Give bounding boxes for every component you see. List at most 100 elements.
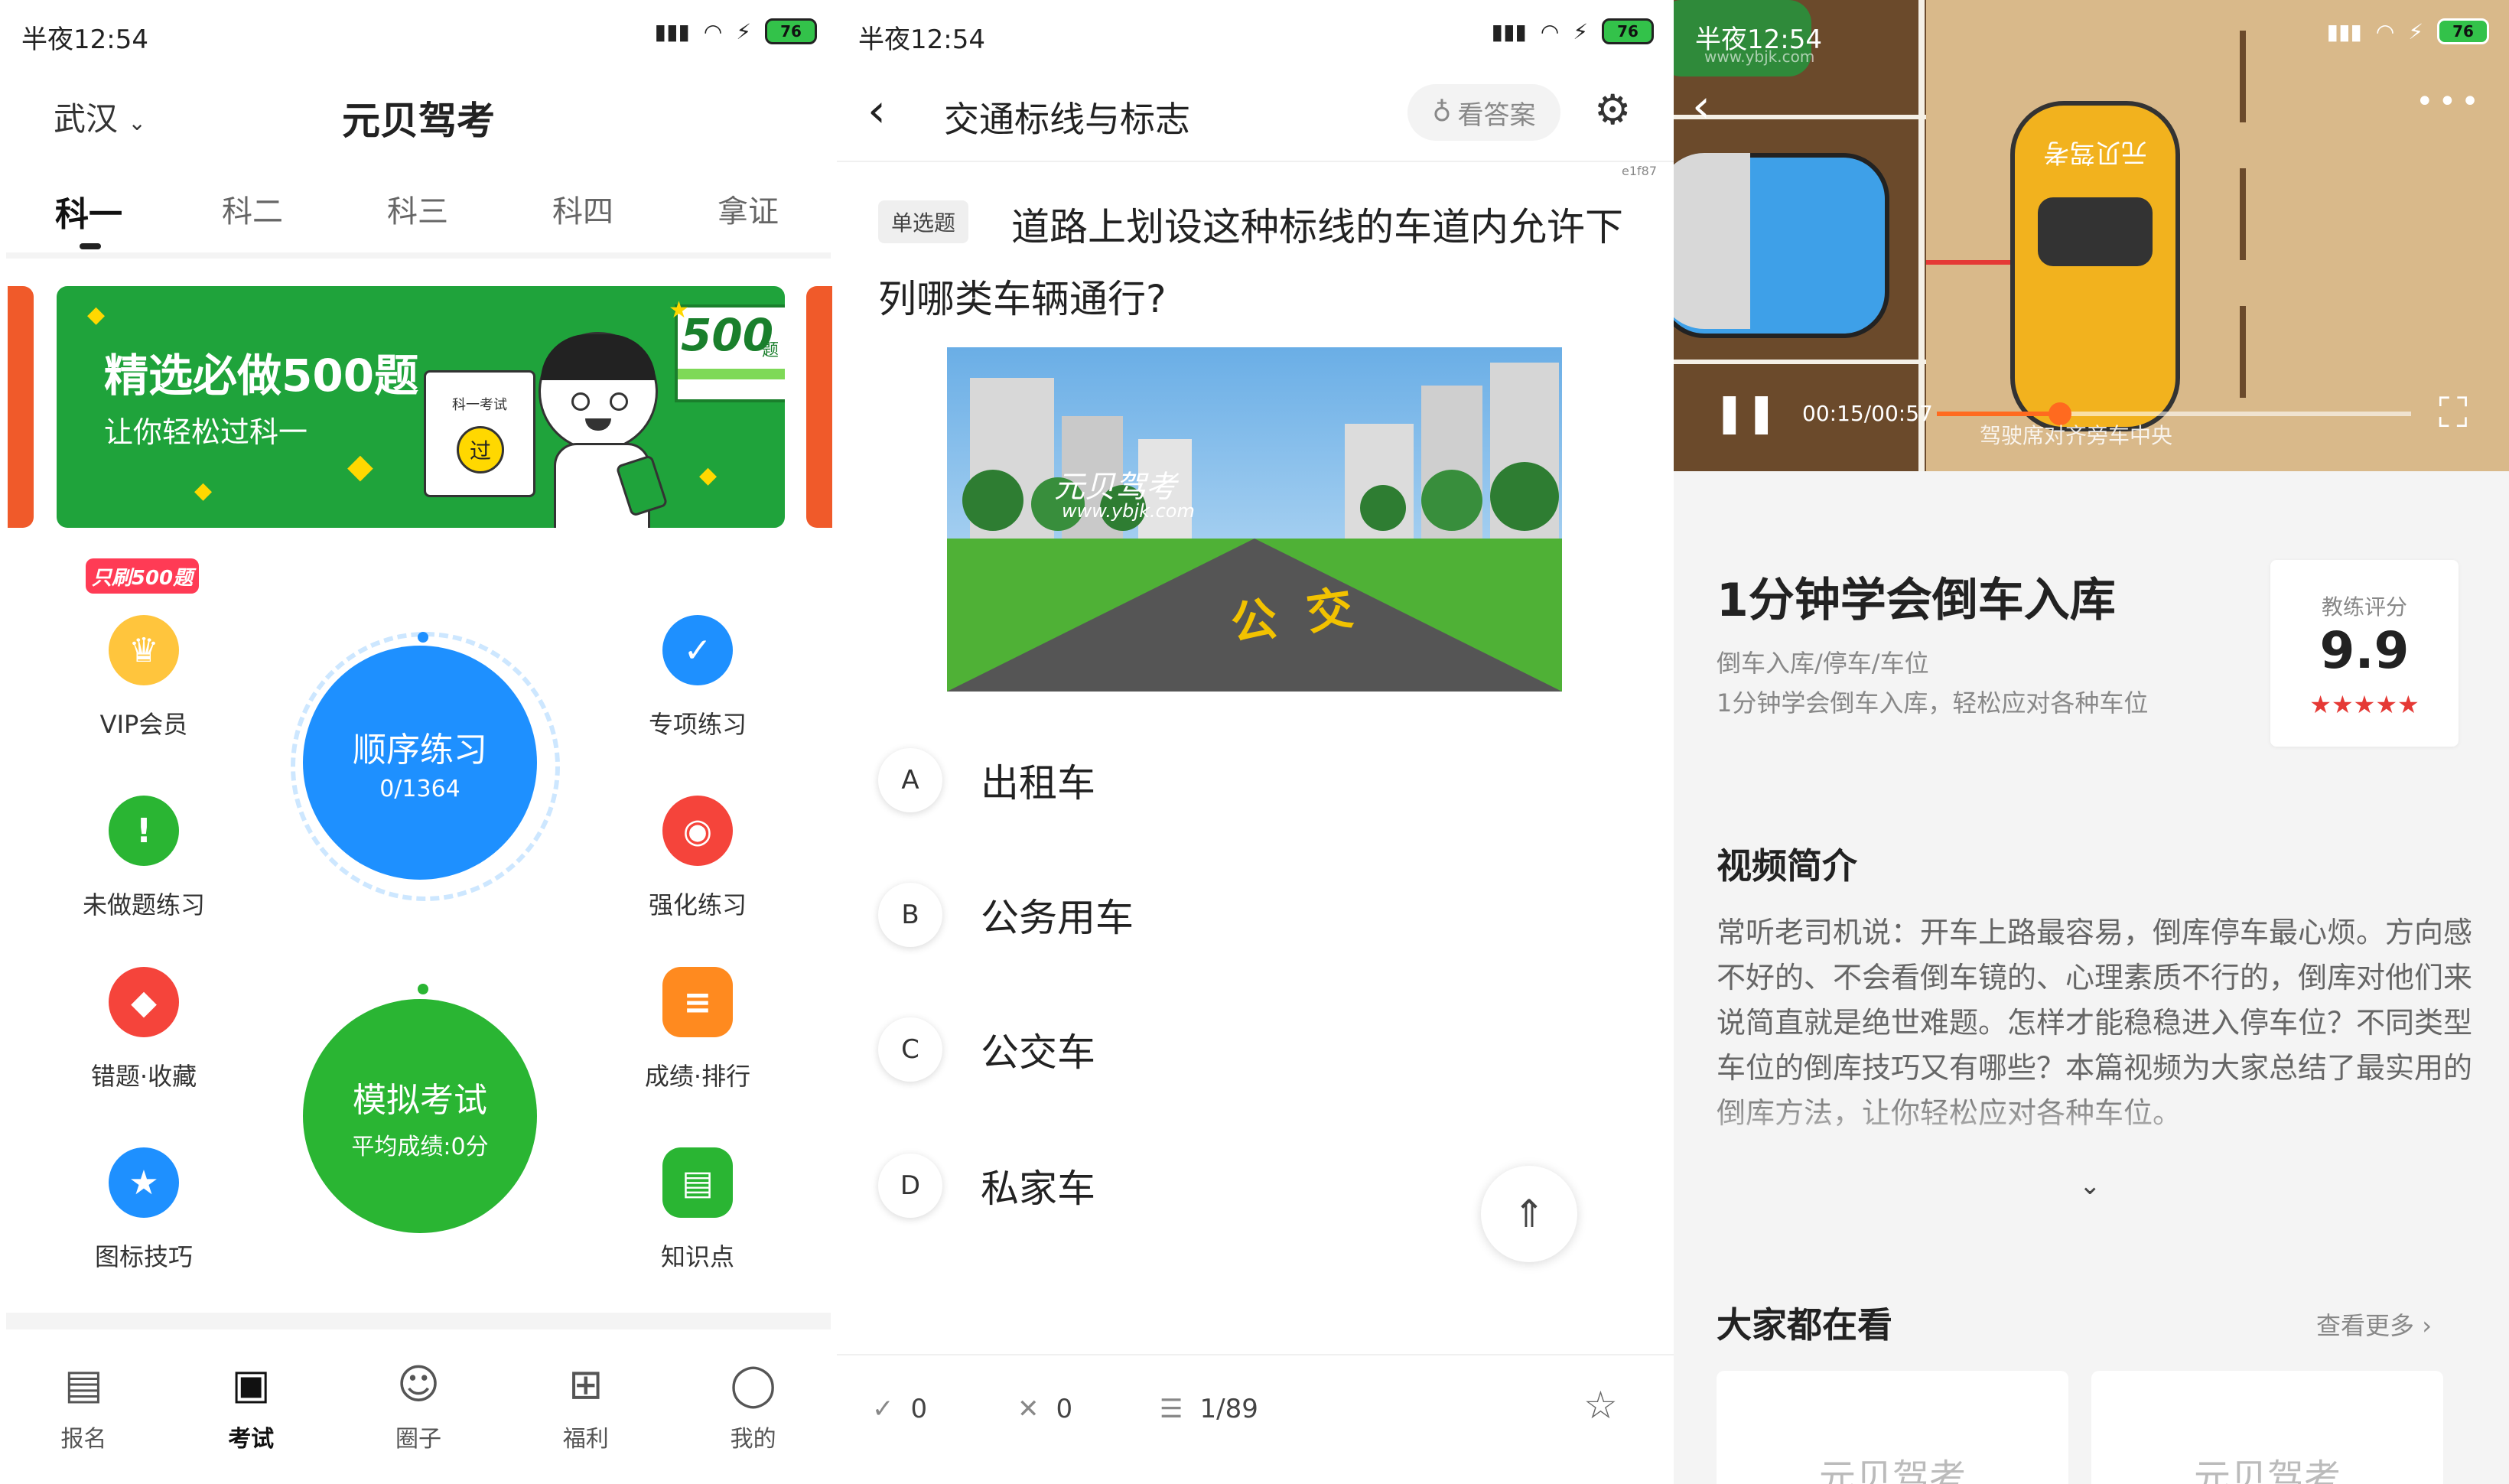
x-circle-icon: ✕ [1017, 1394, 1040, 1424]
app-title: 元贝驾考 [342, 99, 495, 143]
nav-exam[interactable]: ▣ 考试 [168, 1362, 335, 1484]
correct-count: ✓ 0 [872, 1394, 927, 1424]
back-icon[interactable]: ‹ [867, 84, 886, 138]
document-icon: ▤ [63, 1360, 103, 1408]
tab-ke3[interactable]: 科三 [387, 187, 448, 231]
mistakes-label: 错题·收藏 [90, 1062, 197, 1091]
video-card[interactable]: 元贝驾考 [1717, 1371, 2068, 1484]
vip-button[interactable]: ♛ [109, 615, 179, 685]
strengthen-button[interactable]: ◉ [662, 796, 733, 866]
mistakes-button[interactable]: ◆ [109, 967, 179, 1037]
star-outline-icon[interactable]: ☆ [1583, 1383, 1618, 1427]
option-d[interactable]: D 私家车 [878, 1154, 1095, 1218]
special-practice-button[interactable]: ✓ [662, 615, 733, 685]
view-more-link[interactable]: 查看更多 › [2316, 1307, 2432, 1342]
intro-fade [1717, 1086, 2481, 1170]
card-thumb-text: 元贝驾考 [1818, 1456, 1966, 1484]
tag-icon: ◆ [109, 967, 179, 1037]
option-a[interactable]: A 出租车 [878, 748, 1095, 812]
status-time: 半夜12:54 [21, 24, 148, 55]
undone-label: 未做题练习 [82, 890, 205, 919]
video-panel: 元贝驾考 www.ybjk.com ‹ ••• ❚❚ 00:15/00:57 驾… [1674, 0, 2509, 1484]
lane-line [1674, 360, 1926, 364]
nav-circle[interactable]: ☺ 圈子 [335, 1362, 503, 1484]
briefcase-icon: ▣ [231, 1360, 271, 1408]
rocket-icon[interactable]: ⇑ [1481, 1166, 1577, 1262]
nav-label: 考试 [228, 1426, 275, 1453]
list-icon: ☰ [1160, 1394, 1183, 1424]
status-bar: 半夜12:54 ▮▮▮ ◠ ⚡ 76 [1674, 0, 2509, 70]
clipboard-check-icon: ✓ [662, 615, 733, 685]
ranking-label: 成绩·排行 [644, 1062, 751, 1091]
question-progress[interactable]: ☰ 1/89 [1160, 1394, 1258, 1424]
promo-banner[interactable]: 精选必做500题 让你轻松过科一 ◆ ◆ ◆ 科一考试 过 500 题 ★ ◆ [57, 286, 785, 528]
car-windshield [2038, 197, 2153, 266]
car-roof-text: 元贝驾考 [2043, 137, 2147, 168]
more-icon[interactable]: ••• [2416, 84, 2484, 119]
back-icon[interactable]: ‹ [1692, 80, 1710, 133]
tree [1360, 485, 1406, 531]
vip-label: VIP会员 [99, 710, 188, 739]
divider [6, 252, 831, 259]
tab-ke1[interactable]: 科一 [55, 187, 122, 236]
nav-signup[interactable]: ▤ 报名 [0, 1362, 168, 1484]
gear-icon[interactable]: ⚙ [1594, 86, 1631, 134]
book-icon: ▤ [662, 1147, 733, 1218]
wifi-icon: ◠ [1540, 18, 1560, 44]
check-circle-icon: ✓ [872, 1394, 894, 1424]
option-text: 出租车 [981, 761, 1095, 805]
wifi-icon: ◠ [2375, 18, 2395, 44]
video-player[interactable]: 元贝驾考 www.ybjk.com ‹ ••• ❚❚ 00:15/00:57 驾… [1674, 0, 2509, 471]
mock-exam-label: 模拟考试 [353, 1081, 487, 1120]
signal-icon: ▮▮▮ [654, 18, 690, 44]
undone-practice-button[interactable]: ! [109, 796, 179, 866]
option-key: A [878, 748, 942, 812]
lane-line [2240, 168, 2246, 260]
fullscreen-icon[interactable]: ⛶ [2439, 389, 2468, 438]
banner-prev-peek[interactable] [8, 286, 34, 528]
nav-welfare[interactable]: ⊞ 福利 [502, 1362, 669, 1484]
progress-dot [418, 632, 428, 643]
vip-tag: 只刷500题 [86, 558, 199, 594]
option-b[interactable]: B 公务用车 [878, 883, 1134, 947]
sign-tips-button[interactable]: ★ [109, 1147, 179, 1218]
option-text: 公务用车 [981, 896, 1134, 940]
mock-exam-button[interactable]: 模拟考试 平均成绩:0分 [303, 999, 537, 1233]
exam-card-illustration: 科一考试 过 [424, 370, 535, 497]
gift-icon: ⊞ [568, 1360, 604, 1408]
signal-icon: ▮▮▮ [2326, 18, 2362, 44]
page-title: 交通标线与标志 [944, 99, 1190, 140]
charging-icon: ⚡ [2408, 18, 2423, 44]
person-icon: ◯ [730, 1360, 776, 1408]
tab-ke4[interactable]: 科四 [552, 187, 613, 231]
knowledge-button[interactable]: ▤ [662, 1147, 733, 1218]
show-answer-button[interactable]: ♁ 看答案 [1407, 84, 1560, 141]
star-icon: ★ [2375, 690, 2398, 719]
special-label: 专项练习 [648, 710, 747, 739]
rating-card: 教练评分 9.9 ★★★★★ [2270, 560, 2459, 747]
status-bar: 半夜12:54 ▮▮▮ ◠ ⚡ 76 [837, 0, 1674, 70]
crown-icon: ♛ [109, 615, 179, 685]
option-key: D [878, 1154, 942, 1218]
badge-number: 500 [681, 309, 774, 361]
video-desc: 1分钟学会倒车入库，轻松应对各种车位 [1717, 688, 2149, 718]
video-card[interactable]: 元贝驾考 [2091, 1371, 2443, 1484]
charging-icon: ⚡ [1573, 18, 1588, 44]
mascot-mouth [585, 418, 611, 431]
option-c[interactable]: C 公交车 [878, 1017, 1095, 1082]
star-badge-icon: ★ [109, 1147, 179, 1218]
progress-value: 1/89 [1199, 1394, 1258, 1424]
ranking-button[interactable]: ≡ [662, 967, 733, 1037]
mascot-hair [541, 334, 656, 380]
nav-me[interactable]: ◯ 我的 [669, 1362, 837, 1484]
banner-next-peek[interactable] [806, 286, 832, 528]
video-progress-fill [1937, 412, 2061, 416]
banner-title: 精选必做500题 [104, 350, 419, 402]
tab-license[interactable]: 拿证 [718, 187, 779, 231]
chevron-down-icon[interactable]: ⌄ [2079, 1170, 2101, 1201]
tree [1490, 462, 1559, 531]
tab-ke2[interactable]: 科二 [222, 187, 283, 231]
exclamation-icon: ! [109, 796, 179, 866]
pause-icon[interactable]: ❚❚ [1713, 390, 1778, 434]
order-practice-button[interactable]: 顺序练习 0/1364 [303, 646, 537, 880]
